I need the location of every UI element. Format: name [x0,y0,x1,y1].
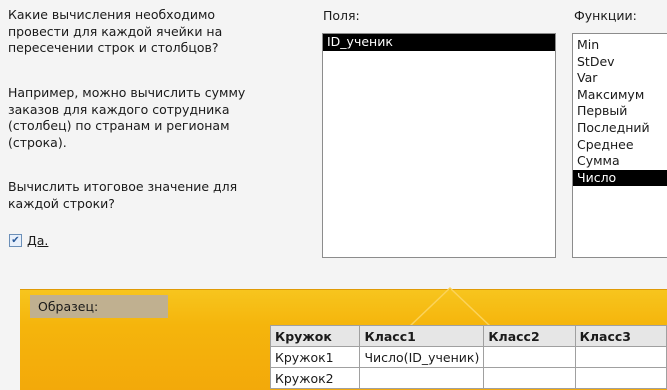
grid-header: Кружок [269,325,361,347]
grid-cell [483,367,576,389]
functions-listbox[interactable]: Min StDev Var Максимум Первый Последний … [572,33,667,258]
decorative-diamond [409,286,491,326]
function-item-count[interactable]: Число [573,169,667,187]
function-item-stdev[interactable]: StDev [573,54,667,71]
grid-cell: Кружок1 [269,346,361,368]
function-item-min[interactable]: Min [573,37,667,54]
sample-grid-header-row: Кружок Класс1 Класс2 Класс3 [269,325,667,347]
function-item-max[interactable]: Максимум [573,87,667,104]
field-item-id-student[interactable]: ID_ученик [323,34,555,51]
grid-cell [359,367,485,389]
summary-checkbox-row[interactable]: ✔ Да. [9,233,48,248]
table-row: Кружок2 [269,367,667,389]
function-item-last[interactable]: Последний [573,120,667,137]
table-row: Кружок1 Число(ID_ученик) [269,346,667,368]
grid-cell [483,346,576,368]
grid-cell: Число(ID_ученик) [359,346,485,368]
grid-header: Класс1 [359,325,485,347]
functions-title: Функции: [574,8,637,23]
sample-grid: Кружок Класс1 Класс2 Класс3 Кружок1 Числ… [269,325,667,389]
fields-title: Поля: [323,8,360,23]
grid-cell: Кружок2 [269,367,361,389]
summary-prompt: Вычислить итоговое значение для каждой с… [8,179,238,211]
grid-cell [574,346,667,368]
summary-checkbox-label[interactable]: Да. [27,233,48,248]
function-item-sum[interactable]: Сумма [573,153,667,170]
summary-checkbox[interactable]: ✔ [9,234,22,247]
function-item-first[interactable]: Первый [573,103,667,120]
grid-header: Класс3 [574,325,667,347]
function-item-var[interactable]: Var [573,70,667,87]
function-item-avg[interactable]: Среднее [573,137,667,154]
sample-label: Образец: [30,295,168,318]
question-text: Какие вычисления необходимо провести для… [8,7,223,55]
grid-header: Класс2 [483,325,576,347]
example-text: Например, можно вычислить сумму заказов … [8,85,246,150]
grid-cell [574,367,667,389]
fields-listbox[interactable]: ID_ученик [322,33,556,258]
